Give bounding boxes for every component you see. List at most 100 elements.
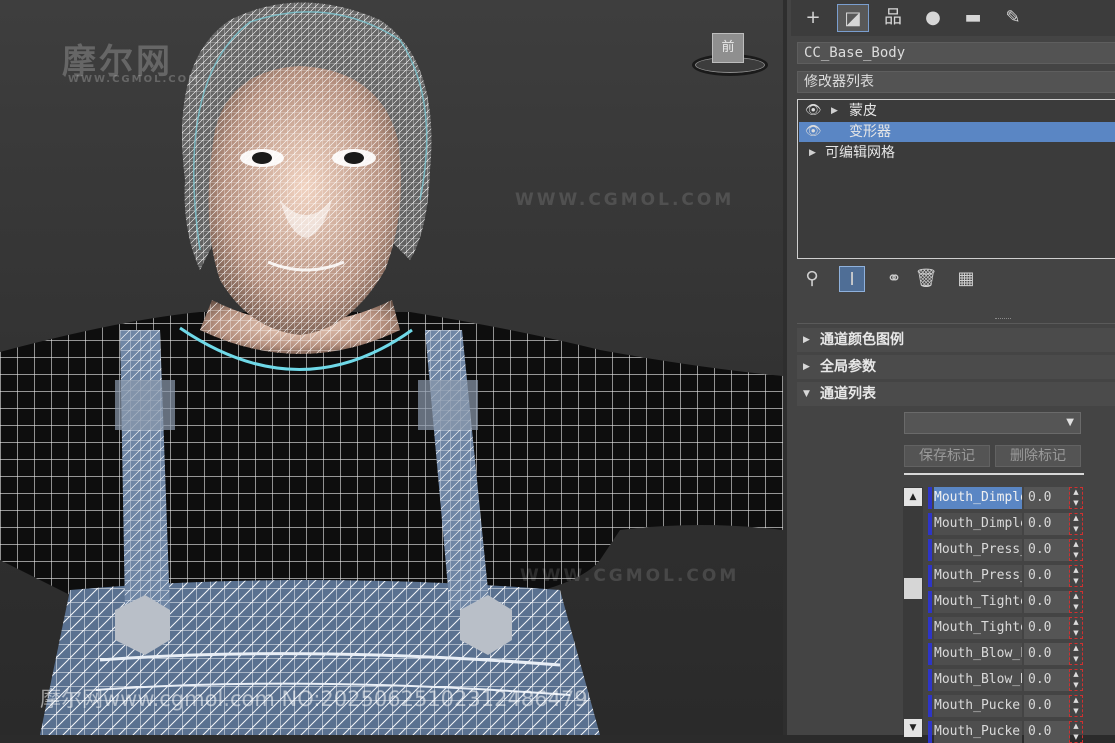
modifier-list-dropdown[interactable]: 修改器列表: [797, 71, 1115, 93]
save-marker-button[interactable]: 保存标记: [904, 445, 990, 467]
stack-item-editable-mesh[interactable]: ▶ 可编辑网格: [799, 143, 1115, 163]
create-tab[interactable]: +: [797, 4, 829, 32]
channel-name-button[interactable]: Mouth_Tighten_L: [934, 591, 1022, 613]
channel-name-button[interactable]: Mouth_Blow_L: [934, 643, 1022, 665]
channel-name-button[interactable]: Mouth_Pucker_R: [934, 721, 1022, 743]
show-end-result-icon: I: [849, 269, 855, 290]
spinner-icon[interactable]: ▲ ▼: [1070, 539, 1082, 561]
channel-scrollbar[interactable]: ▲ ▼: [903, 487, 923, 737]
scroll-up-button[interactable]: ▲: [904, 488, 922, 506]
channel-value-field[interactable]: 0.0: [1024, 487, 1070, 509]
utilities-tab[interactable]: ✎: [997, 4, 1029, 32]
channel-value-field[interactable]: 0.0: [1024, 565, 1070, 587]
channel-row[interactable]: Mouth_Dimple_L0.0▲▼: [928, 487, 1088, 509]
channel-color-marker: [928, 591, 932, 613]
spinner-icon[interactable]: ▲ ▼: [1070, 513, 1082, 535]
stack-item-skin[interactable]: 👁 ▶ 蒙皮: [799, 101, 1115, 121]
scroll-down-button[interactable]: ▼: [904, 719, 922, 737]
channel-color-marker: [928, 487, 932, 509]
channel-value-field[interactable]: 0.0: [1024, 617, 1070, 639]
channel-row[interactable]: Mouth_Blow_L 0.0 ▲ ▼: [928, 643, 1088, 665]
channel-row[interactable]: Mouth_Tighten_R0.0▲▼: [928, 617, 1088, 639]
marker-dropdown[interactable]: ▼: [904, 412, 1081, 434]
rollout-global-parameters[interactable]: ▶ 全局参数: [797, 355, 1115, 379]
spinner-icon[interactable]: ▲ ▼: [1070, 565, 1082, 587]
channel-value-field[interactable]: 0.0: [1024, 669, 1070, 691]
spinner-icon[interactable]: ▲ ▼: [1070, 591, 1082, 613]
spinner-icon[interactable]: ▲ ▼: [1070, 487, 1082, 509]
collapsed-triangle-icon: ▶: [803, 335, 810, 345]
pin-stack-button[interactable]: ⚲: [799, 266, 825, 292]
scroll-thumb[interactable]: [904, 578, 922, 599]
modifier-stack[interactable]: 👁 ▶ 蒙皮 👁 变形器 ▶ 可编辑网格: [797, 99, 1115, 259]
rollout-title: 通道列表: [820, 386, 876, 402]
channel-value-field[interactable]: 0.0: [1024, 695, 1070, 717]
channel-value-field[interactable]: 0.0: [1024, 513, 1070, 535]
configure-sets-icon: ▦: [957, 268, 975, 289]
object-name-field[interactable]: CC_Base_Body: [797, 42, 1115, 64]
channel-value-field[interactable]: 0.0: [1024, 643, 1070, 665]
rollout-channel-color-legend[interactable]: ▶ 通道颜色图例: [797, 328, 1115, 352]
delete-marker-button[interactable]: 删除标记: [995, 445, 1081, 467]
stack-item-morpher[interactable]: 👁 变形器: [799, 122, 1115, 142]
channel-value-field[interactable]: 0.0: [1024, 591, 1070, 613]
make-unique-button[interactable]: ⚭: [881, 266, 907, 292]
rollout-title: 全局参数: [820, 359, 876, 375]
character-wireframe-render: [0, 2, 783, 735]
channel-row[interactable]: Mouth_Tighten_L0.0▲▼: [928, 591, 1088, 613]
show-end-result-button[interactable]: I: [839, 266, 865, 292]
channel-name-button[interactable]: Mouth_Dimple_L: [934, 487, 1022, 509]
hierarchy-icon: 品: [884, 7, 902, 28]
channel-name-button[interactable]: Mouth_Tighten_R: [934, 617, 1022, 639]
channel-row[interactable]: Mouth_Blow_R 0.0 ▲ ▼: [928, 669, 1088, 691]
eye-icon[interactable]: 👁: [805, 122, 822, 142]
channel-row[interactable]: Mouth_Pucker_R0.0▲▼: [928, 721, 1088, 743]
command-panel-tabs: + ◪ 品 ● ▬ ✎: [791, 0, 1115, 36]
make-unique-icon: ⚭: [886, 268, 902, 289]
modify-tab[interactable]: ◪: [837, 4, 869, 32]
motion-tab[interactable]: ●: [917, 4, 949, 32]
expand-triangle-icon[interactable]: ▶: [809, 143, 816, 163]
eye-icon[interactable]: 👁: [805, 101, 822, 121]
configure-sets-button[interactable]: ▦: [953, 266, 979, 292]
expand-triangle-icon[interactable]: ▶: [831, 101, 838, 121]
stack-item-label: 可编辑网格: [825, 145, 895, 161]
hierarchy-tab[interactable]: 品: [877, 4, 909, 32]
collapsed-triangle-icon: ▶: [803, 362, 810, 372]
channel-name-button[interactable]: Mouth_Pucker_L: [934, 695, 1022, 717]
spinner-icon[interactable]: ▲ ▼: [1070, 695, 1082, 717]
3d-viewport[interactable]: 摩尔网 WWW.CGMOL.COM WWW.CGMOL.COM WWW.CGMO…: [0, 0, 783, 735]
channel-color-marker: [928, 695, 932, 717]
viewcube[interactable]: 前: [692, 30, 768, 76]
display-tab[interactable]: ▬: [957, 4, 989, 32]
channel-color-marker: [928, 643, 932, 665]
channel-name-button[interactable]: Mouth_Press_L: [934, 539, 1022, 561]
channel-color-marker: [928, 617, 932, 639]
remove-modifier-icon: 🗑: [914, 268, 938, 289]
stack-item-label: 蒙皮: [849, 103, 877, 119]
channel-value-field[interactable]: 0.0: [1024, 721, 1070, 743]
stack-toolbar: ⚲ I ⚭ 🗑 ▦: [799, 264, 1115, 294]
watermark-url: WWW.CGMOL.COM: [515, 190, 735, 210]
viewcube-front-face[interactable]: 前: [712, 33, 744, 63]
remove-modifier-button[interactable]: 🗑: [913, 266, 939, 292]
channel-row[interactable]: Mouth_Press_L0.0▲▼: [928, 539, 1088, 561]
channel-color-marker: [928, 513, 932, 535]
divider: [797, 323, 1115, 324]
channel-name-button[interactable]: Mouth_Press_R: [934, 565, 1022, 587]
spinner-icon[interactable]: ▲ ▼: [1070, 669, 1082, 691]
channel-row[interactable]: Mouth_Dimple_R0.0▲▼: [928, 513, 1088, 535]
watermark-logo-sub: WWW.CGMOL.COM: [68, 74, 201, 85]
spinner-icon[interactable]: ▲ ▼: [1070, 721, 1082, 743]
channel-row[interactable]: Mouth_Pucker_L0.0▲▼: [928, 695, 1088, 717]
channel-name-button[interactable]: Mouth_Dimple_R: [934, 513, 1022, 535]
channel-row[interactable]: Mouth_Press_R0.0▲▼: [928, 565, 1088, 587]
display-icon: ▬: [964, 7, 982, 28]
panel-resize-grip[interactable]: [995, 318, 1011, 322]
spinner-icon[interactable]: ▲ ▼: [1070, 643, 1082, 665]
channel-value-field[interactable]: 0.0: [1024, 539, 1070, 561]
rollout-channel-list[interactable]: ▼ 通道列表: [797, 382, 1115, 406]
channel-name-button[interactable]: Mouth_Blow_R: [934, 669, 1022, 691]
spinner-icon[interactable]: ▲ ▼: [1070, 617, 1082, 639]
plus-icon: +: [805, 7, 821, 28]
